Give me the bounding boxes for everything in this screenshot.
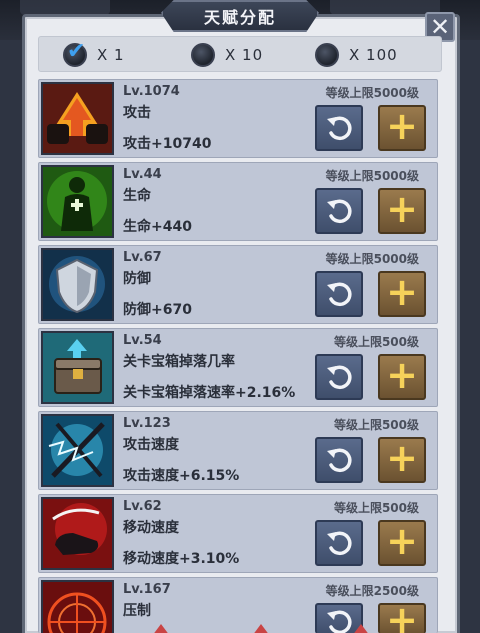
bottom-marker: [252, 624, 270, 633]
talent-level-cap: 等级上限5000级: [325, 86, 419, 100]
talent-level-cap: 等级上限500级: [333, 418, 419, 432]
add-point-button[interactable]: +: [378, 354, 426, 400]
reset-button[interactable]: [315, 188, 363, 234]
lightning-blade-icon: [41, 414, 114, 487]
talent-name: 压制: [123, 603, 151, 619]
undo-arrow-icon: [327, 199, 352, 224]
plus-icon: +: [386, 270, 418, 314]
talent-level-cap: 等级上限500级: [333, 335, 419, 349]
radio-checked-icon: ✔: [63, 39, 87, 67]
add-point-button[interactable]: +: [378, 598, 426, 633]
shield-icon: [41, 248, 114, 321]
reset-button[interactable]: [315, 520, 363, 566]
attack-up-icon: [41, 82, 114, 155]
undo-arrow-icon: [327, 531, 352, 556]
talent-level: Lv.123: [123, 416, 171, 431]
multiplier-bar: ✔ X 1 X 10 X 100: [38, 36, 442, 72]
talent-bonus: 移动速度+3.10%: [123, 551, 240, 567]
multiplier-label: X 10: [225, 46, 264, 64]
talent-level: Lv.44: [123, 167, 162, 182]
bottom-marker: [152, 624, 170, 633]
bottom-marker: [352, 624, 370, 633]
talent-bonus: 防御+670: [123, 302, 192, 318]
add-point-button[interactable]: +: [378, 437, 426, 483]
talent-bonus: 关卡宝箱掉落速率+2.16%: [123, 385, 296, 401]
talent-bonus: 攻击+10740: [123, 136, 212, 152]
talent-level-cap: 等级上限500级: [333, 501, 419, 515]
talent-row-defense: Lv.67 防御 防御+670 等级上限5000级 +: [38, 245, 438, 324]
add-point-button[interactable]: +: [378, 105, 426, 151]
multiplier-x100-option[interactable]: X 100: [315, 41, 398, 69]
title-plate: 天赋分配: [161, 0, 319, 32]
plus-icon: +: [386, 187, 418, 231]
plus-icon: +: [386, 353, 418, 397]
talent-name: 生命: [123, 188, 151, 204]
talent-name: 攻击: [123, 105, 151, 121]
plus-icon: +: [386, 436, 418, 480]
multiplier-label: X 1: [97, 46, 125, 64]
talent-row-health: Lv.44 生命 生命+440 等级上限5000级 +: [38, 162, 438, 241]
add-point-button[interactable]: +: [378, 188, 426, 234]
boot-speed-icon: [41, 497, 114, 570]
reset-button[interactable]: [315, 271, 363, 317]
plus-icon: +: [386, 519, 418, 563]
add-point-button[interactable]: +: [378, 271, 426, 317]
talent-name: 防御: [123, 271, 151, 287]
treasure-chest-icon: [41, 331, 114, 404]
talent-level: Lv.54: [123, 333, 162, 348]
multiplier-x1-option[interactable]: ✔ X 1: [63, 39, 125, 69]
talent-level: Lv.167: [123, 582, 171, 597]
radio-unchecked-icon: [191, 43, 215, 67]
undo-arrow-icon: [327, 282, 352, 307]
talent-level-cap: 等级上限2500级: [325, 584, 419, 598]
talent-row-attack-speed: Lv.123 攻击速度 攻击速度+6.15% 等级上限500级 +: [38, 411, 438, 490]
talent-name: 关卡宝箱掉落几率: [123, 354, 235, 370]
multiplier-label: X 100: [349, 46, 398, 64]
talent-row-chest-drop: Lv.54 关卡宝箱掉落几率 关卡宝箱掉落速率+2.16% 等级上限500级 +: [38, 328, 438, 407]
undo-arrow-icon: [327, 610, 352, 633]
talent-level: Lv.62: [123, 499, 162, 514]
talent-level: Lv.67: [123, 250, 162, 265]
suppress-rune-icon: [41, 580, 114, 633]
talent-bonus: 生命+440: [123, 219, 192, 235]
talent-level-cap: 等级上限5000级: [325, 169, 419, 183]
health-icon: [41, 165, 114, 238]
plus-icon: +: [386, 104, 418, 148]
undo-arrow-icon: [327, 448, 352, 473]
talent-row-suppress: Lv.167 压制 等级上限2500级 +: [38, 577, 438, 633]
plus-icon: +: [386, 598, 418, 633]
talent-name: 攻击速度: [123, 437, 179, 453]
talent-level-cap: 等级上限5000级: [325, 252, 419, 266]
talent-name: 移动速度: [123, 520, 179, 536]
panel-title: 天赋分配: [203, 8, 276, 27]
radio-unchecked-icon: [315, 43, 339, 67]
reset-button[interactable]: [315, 437, 363, 483]
talent-row-attack: Lv.1074 攻击 攻击+10740 等级上限5000级 +: [38, 79, 438, 158]
talent-row-move-speed: Lv.62 移动速度 移动速度+3.10% 等级上限500级 +: [38, 494, 438, 573]
reset-button[interactable]: [315, 105, 363, 151]
add-point-button[interactable]: +: [378, 520, 426, 566]
undo-arrow-icon: [327, 365, 352, 390]
undo-arrow-icon: [327, 116, 352, 141]
talent-level: Lv.1074: [123, 84, 180, 99]
talent-bonus: 攻击速度+6.15%: [123, 468, 240, 484]
multiplier-x10-option[interactable]: X 10: [191, 41, 263, 69]
reset-button[interactable]: [315, 354, 363, 400]
